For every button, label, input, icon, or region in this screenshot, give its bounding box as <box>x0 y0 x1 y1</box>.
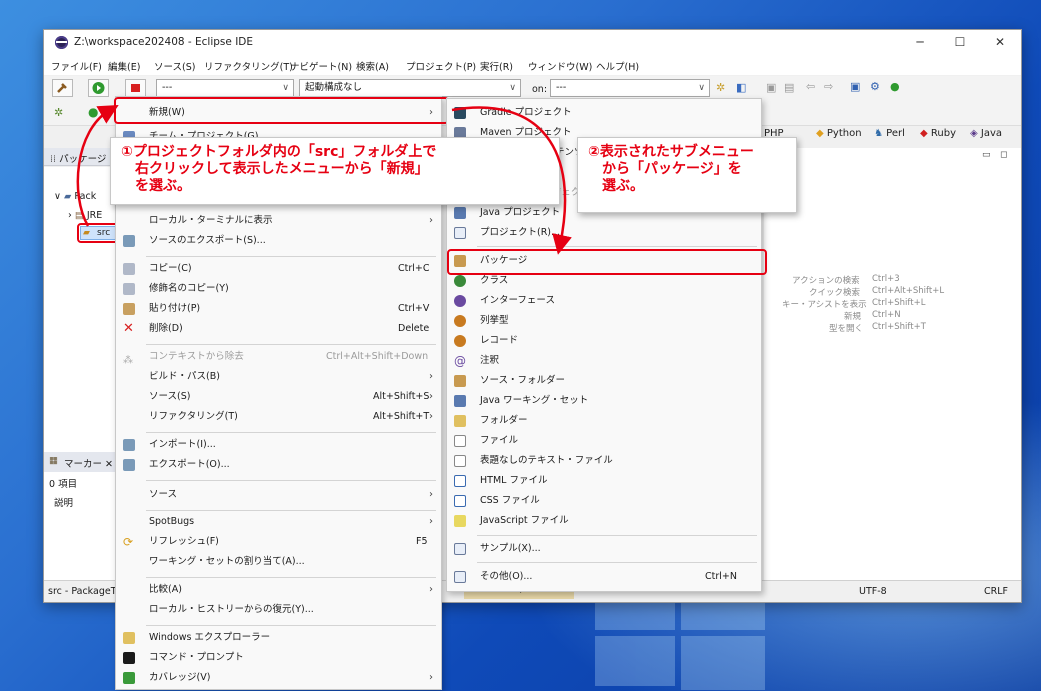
annotation-arrows <box>76 105 572 255</box>
arrow-new-to-package <box>451 106 572 255</box>
arrow-src-to-new <box>76 105 119 227</box>
